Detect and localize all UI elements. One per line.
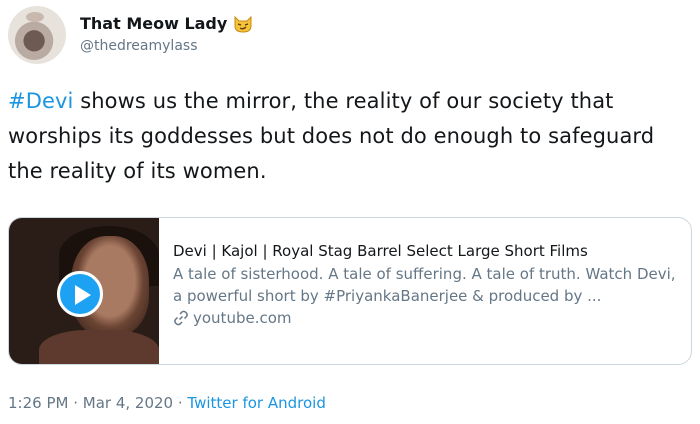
card-domain: youtube.com	[173, 309, 679, 327]
card-text: Devi | Kajol | Royal Stag Barrel Select …	[173, 242, 679, 327]
link-preview-card[interactable]: Devi | Kajol | Royal Stag Barrel Select …	[8, 217, 692, 365]
user-name-row[interactable]: That Meow Lady	[80, 14, 253, 33]
tweet-date[interactable]: Mar 4, 2020	[83, 394, 173, 412]
play-icon[interactable]	[57, 271, 103, 317]
avatar[interactable]	[8, 6, 66, 64]
card-domain-text: youtube.com	[193, 309, 292, 327]
tweet-text: #Devi shows us the mirror, the reality o…	[8, 84, 694, 189]
video-thumbnail[interactable]	[9, 218, 159, 364]
user-handle[interactable]: @thedreamylass	[80, 38, 197, 54]
thumbnail-shoulder	[39, 330, 159, 364]
tweet-meta: 1:26 PM · Mar 4, 2020 · Twitter for Andr…	[8, 394, 326, 412]
tweet-source-link[interactable]: Twitter for Android	[187, 394, 325, 412]
meta-separator: ·	[173, 394, 188, 412]
card-description: A tale of sisterhood. A tale of sufferin…	[173, 265, 676, 305]
avatar-decoration	[26, 12, 44, 22]
smirking-cat-emoji-icon	[233, 15, 253, 33]
tweet-body: shows us the mirror, the reality of our …	[8, 89, 655, 183]
hashtag-link[interactable]: #Devi	[8, 89, 73, 113]
link-icon	[174, 310, 188, 326]
tweet-time[interactable]: 1:26 PM	[8, 394, 68, 412]
card-title[interactable]: Devi | Kajol | Royal Stag Barrel Select …	[173, 242, 679, 260]
display-name[interactable]: That Meow Lady	[80, 14, 227, 33]
meta-separator: ·	[68, 394, 83, 412]
